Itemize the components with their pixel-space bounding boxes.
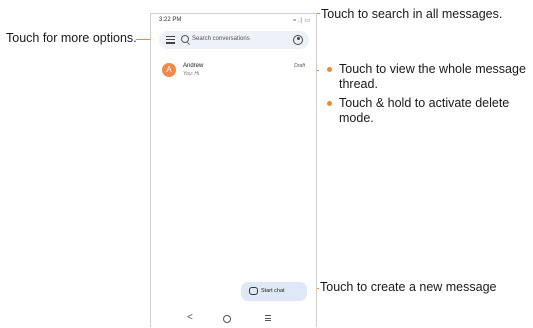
bullet-text: Touch & hold to activate delete mode. [339,96,510,125]
status-icons: ≈ .∣ ▭ [293,18,310,24]
recents-icon[interactable] [265,315,271,322]
bullet-dot-icon [327,101,332,106]
bullet-view-thread: Touch to view the whole message thread. [327,62,529,92]
search-icon [181,35,189,43]
account-icon[interactable] [293,35,303,45]
bullet-delete-mode: Touch & hold to activate delete mode. [327,96,529,126]
back-icon[interactable]: < [187,312,193,323]
bullet-text: Touch to view the whole message thread. [339,62,526,91]
conversation-status: Draft [294,63,305,69]
search-input[interactable]: Search conversations [192,36,250,42]
status-time: 3:22 PM [159,17,182,23]
search-bar[interactable]: Search conversations [159,31,309,49]
start-chat-label: Start chat [261,288,285,294]
conversation-item[interactable]: A Andrew You: Hi Draft [159,62,309,84]
navigation-bar: < [151,310,316,328]
home-icon[interactable] [223,315,231,323]
callout-search: Touch to search in all messages. [321,7,503,21]
conversation-preview: You: Hi [183,71,200,77]
callout-more-options: Touch for more options. [6,31,137,45]
status-bar: 3:22 PM ≈ .∣ ▭ [159,17,310,26]
bullet-dot-icon [327,67,332,72]
phone-screen: 3:22 PM ≈ .∣ ▭ Search conversations A An… [150,13,317,327]
callout-new-message: Touch to create a new message [320,280,497,294]
menu-icon[interactable] [166,36,175,44]
avatar: A [162,63,176,77]
conversation-name: Andrew [183,63,204,69]
chat-icon [249,287,258,295]
start-chat-button[interactable]: Start chat [241,282,307,301]
